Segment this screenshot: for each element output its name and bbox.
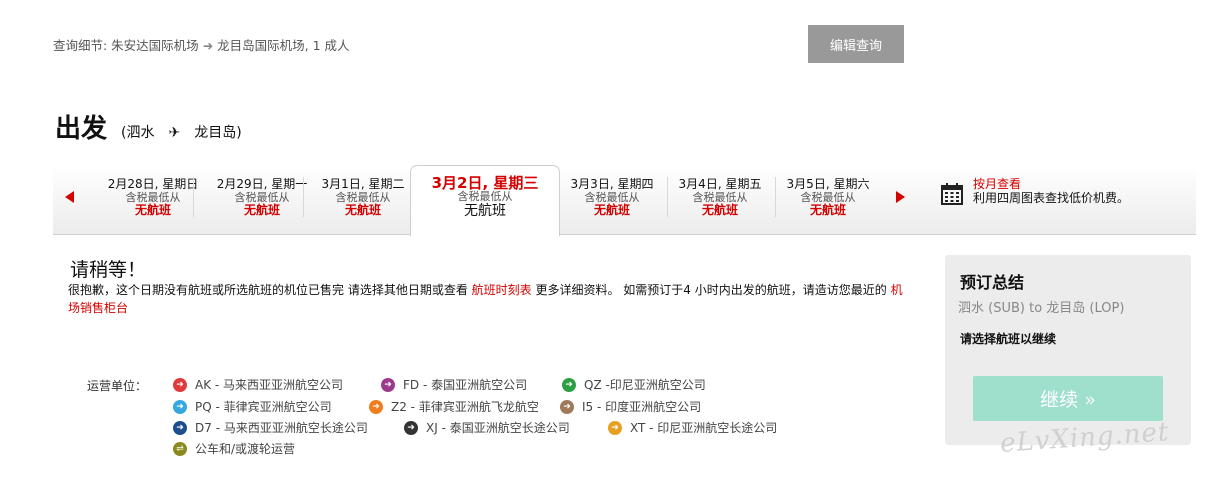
date-label: 3月2日, 星期三 bbox=[431, 174, 539, 192]
query-origin: 查询细节: 朱安达国际机场 bbox=[53, 38, 199, 53]
date-tab-selected[interactable]: 3月2日, 星期三 含税最低从 无航班 bbox=[410, 165, 560, 236]
month-view-link[interactable]: 按月查看 bbox=[973, 177, 1129, 191]
date-status: 无航班 bbox=[701, 203, 738, 217]
bus-ferry-icon: ⇌ bbox=[173, 441, 187, 456]
date-status: 无航班 bbox=[134, 203, 171, 217]
operator-label: 公车和/或渡轮运营 bbox=[195, 442, 296, 456]
date-tab-6[interactable]: 3月5日, 星期六 含税最低从 无航班 bbox=[774, 178, 882, 217]
plane-icon: ✈ bbox=[168, 125, 181, 141]
plane-icon: ➜ bbox=[560, 399, 574, 414]
operator-label: AK - 马来西亚亚洲航空公司 bbox=[195, 378, 344, 392]
operator-label: Z2 - 菲律宾亚洲航飞龙航空 bbox=[391, 400, 539, 414]
operator-label: QZ -印尼亚洲航空公司 bbox=[584, 378, 706, 392]
date-tab-4[interactable]: 3月3日, 星期四 含税最低从 无航班 bbox=[558, 178, 666, 217]
wait-title: 请稍等！ bbox=[70, 259, 147, 281]
date-label: 3月3日, 星期四 bbox=[570, 177, 654, 191]
operator-item: ➜ D7 - 马来西亚亚洲航空长途公司 bbox=[173, 419, 368, 436]
operator-item: ➜ PQ - 菲律宾亚洲航空公司 bbox=[173, 398, 332, 415]
date-label: 3月1日, 星期二 bbox=[321, 177, 405, 191]
continue-button[interactable]: 继续 » bbox=[973, 376, 1163, 421]
summary-title: 预订总结 bbox=[960, 273, 1025, 292]
summary-route: 泗水 (SUB) to 龙目岛 (LOP) bbox=[958, 301, 1125, 316]
month-view[interactable]: 按月查看 利用四周图表查找低价机费。 bbox=[941, 177, 1129, 205]
operator-item: ➜ FD - 泰国亚洲航空公司 bbox=[381, 376, 527, 393]
date-status: 无航班 bbox=[243, 203, 280, 217]
divider bbox=[193, 177, 194, 217]
departure-heading: 出发 bbox=[55, 114, 108, 144]
operator-item: ➜ AK - 马来西亚亚洲航空公司 bbox=[173, 376, 343, 393]
date-tab-2[interactable]: 3月1日, 星期二 含税最低从 无航班 bbox=[309, 178, 417, 217]
operator-label: XT - 印尼亚洲航空长途公司 bbox=[630, 421, 778, 435]
month-view-desc: 利用四周图表查找低价机费。 bbox=[973, 191, 1130, 205]
next-dates-arrow-icon[interactable] bbox=[896, 191, 905, 203]
date-label: 3月4日, 星期五 bbox=[678, 177, 762, 191]
plane-icon: ➜ bbox=[173, 420, 187, 435]
date-label: 3月5日, 星期六 bbox=[786, 177, 870, 191]
plane-icon: ➜ bbox=[173, 377, 187, 392]
query-destination: 龙目岛国际机场, 1 成人 bbox=[217, 38, 350, 53]
wait-message-text: 很抱歉，这个日期没有航班或所选航班的机位已售完 请选择其他日期或查看 bbox=[68, 283, 472, 297]
operator-item: ➜ Z2 - 菲律宾亚洲航飞龙航空 bbox=[369, 398, 539, 415]
summary-hint: 请选择航班以继续 bbox=[960, 332, 1057, 346]
plane-icon: ➜ bbox=[562, 377, 576, 392]
flight-schedule-link[interactable]: 航班时刻表 bbox=[472, 283, 532, 297]
query-detail: 查询细节: 朱安达国际机场 ➜ 龙目岛国际机场, 1 成人 bbox=[53, 35, 350, 54]
route-destination: 龙目岛) bbox=[194, 125, 242, 141]
date-tab-5[interactable]: 3月4日, 星期五 含税最低从 无航班 bbox=[666, 178, 774, 217]
route-origin: (泗水 bbox=[121, 125, 155, 141]
plane-icon: ➜ bbox=[381, 377, 395, 392]
departure-title: 出发 (泗水 ✈ 龙目岛) bbox=[55, 108, 242, 145]
wait-message: 很抱歉，这个日期没有航班或所选航班的机位已售完 请选择其他日期或查看 航班时刻表… bbox=[68, 281, 908, 317]
operator-label: PQ - 菲律宾亚洲航空公司 bbox=[195, 400, 332, 414]
date-status: 无航班 bbox=[464, 203, 506, 219]
operator-label: FD - 泰国亚洲航空公司 bbox=[403, 378, 528, 392]
operator-item: ➜ I5 - 印度亚洲航空公司 bbox=[560, 398, 701, 415]
plane-icon: ➜ bbox=[173, 399, 187, 414]
edit-query-button[interactable]: 编辑查询 bbox=[808, 25, 904, 63]
date-strip: 2月28日, 星期日 含税最低从 无航班 2月29日, 星期一 含税最低从 无航… bbox=[53, 165, 1196, 236]
calendar-icon bbox=[941, 183, 963, 205]
date-status: 无航班 bbox=[809, 203, 846, 217]
plane-icon: ➜ bbox=[369, 399, 383, 414]
operator-label: XJ - 泰国亚洲航空长途公司 bbox=[426, 421, 570, 435]
date-tab-1[interactable]: 2月29日, 星期一 含税最低从 无航班 bbox=[208, 178, 316, 217]
operators-label: 运营单位： bbox=[87, 379, 148, 393]
plane-icon: ➜ bbox=[404, 420, 418, 435]
date-status: 无航班 bbox=[593, 203, 630, 217]
divider bbox=[303, 177, 304, 217]
operator-item: ➜ QZ -印尼亚洲航空公司 bbox=[562, 376, 706, 393]
date-status: 无航班 bbox=[344, 203, 381, 217]
plane-icon: ➜ bbox=[608, 420, 622, 435]
date-tab-0[interactable]: 2月28日, 星期日 含税最低从 无航班 bbox=[99, 178, 207, 217]
wait-message-text: 更多详细资料。 如需预订于4 小时内出发的航班，请造访您最近的 bbox=[531, 283, 891, 297]
departure-route: (泗水 ✈ 龙目岛) bbox=[121, 122, 242, 142]
operator-item: ➜ XJ - 泰国亚洲航空长途公司 bbox=[404, 419, 570, 436]
operator-item: ⇌ 公车和/或渡轮运营 bbox=[173, 440, 295, 457]
operator-label: I5 - 印度亚洲航空公司 bbox=[582, 400, 702, 414]
operator-item: ➜ XT - 印尼亚洲航空长途公司 bbox=[608, 419, 777, 436]
prev-dates-arrow-icon[interactable] bbox=[65, 191, 74, 203]
date-label: 2月29日, 星期一 bbox=[216, 177, 308, 191]
arrow-right-icon: ➜ bbox=[202, 38, 214, 53]
booking-summary: 预订总结 泗水 (SUB) to 龙目岛 (LOP) 请选择航班以继续 继续 » bbox=[945, 255, 1191, 445]
date-label: 2月28日, 星期日 bbox=[107, 177, 199, 191]
operator-label: D7 - 马来西亚亚洲航空长途公司 bbox=[195, 421, 368, 435]
date-price-note: 含税最低从 bbox=[457, 190, 513, 203]
